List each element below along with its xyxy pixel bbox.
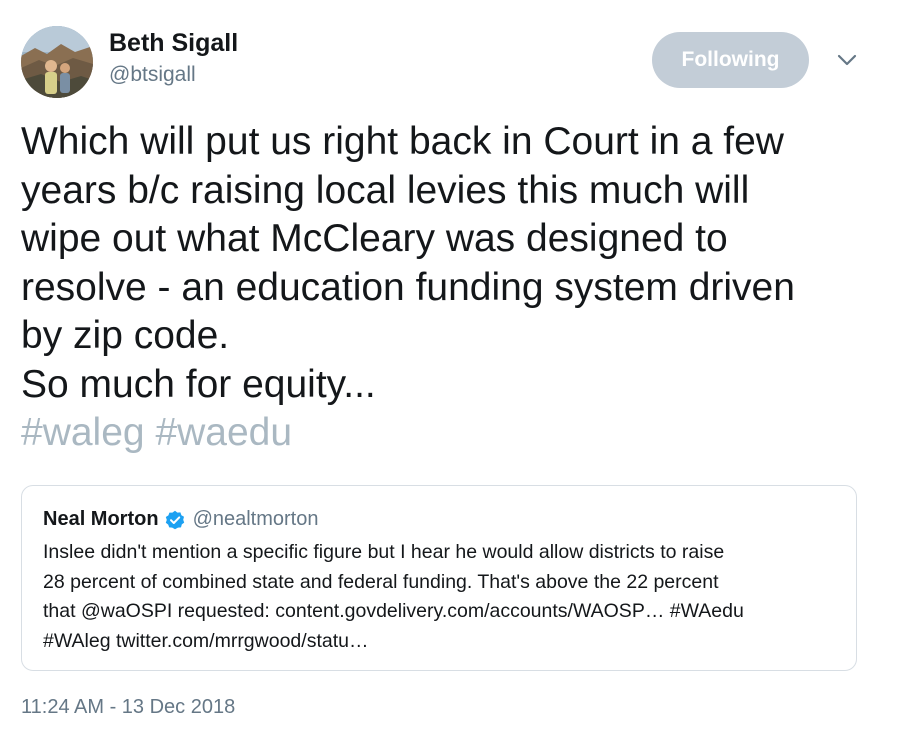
hashtag-link[interactable]: #waedu [155,411,292,454]
tweet-line: So much for equity... [21,362,376,406]
tweet-line: resolve - an education funding system dr… [21,265,795,309]
quoted-tweet-line: Inslee didn't mention a specific figure … [43,541,725,563]
tweet-timestamp[interactable]: 11:24 AM - 13 Dec 2018 [21,696,235,719]
avatar[interactable] [21,26,93,98]
quoted-author-name: Neal Morton [43,508,159,530]
verified-badge-icon [165,510,185,530]
author-handle[interactable]: @btsigall [109,63,196,87]
following-button[interactable]: Following [652,32,809,88]
quoted-tweet-text: Inslee didn't mention a specific figure … [43,538,843,656]
tweet-line: wipe out what McCleary was designed to [21,217,728,260]
tweet-line: years b/c raising local levies this much… [21,168,750,212]
tweet-text: Which will put us right back in Court in… [21,118,881,458]
hashtag-row: #waleg #waedu [21,409,881,458]
quoted-tweet-line: 28 percent of combined state and federal… [43,570,719,593]
quoted-tweet-line: #WAleg twitter.com/mrrgwood/statu… [43,629,369,652]
hashtag-link[interactable]: #waleg [21,411,145,454]
tweet-line: by zip code. [21,314,230,357]
quoted-tweet-header: Neal Morton @nealtmorton [43,508,318,531]
profile-photo [21,26,93,98]
quoted-tweet-card[interactable]: Neal Morton @nealtmorton Inslee didn't m… [21,485,857,671]
quoted-tweet-line: that @waOSPI requested: content.govdeliv… [43,600,744,622]
quoted-author-handle: @nealtmorton [192,508,319,530]
tweet-line: Which will put us right back in Court in… [21,120,784,163]
author-name[interactable]: Beth Sigall [109,29,238,58]
chevron-down-icon[interactable] [834,50,860,70]
